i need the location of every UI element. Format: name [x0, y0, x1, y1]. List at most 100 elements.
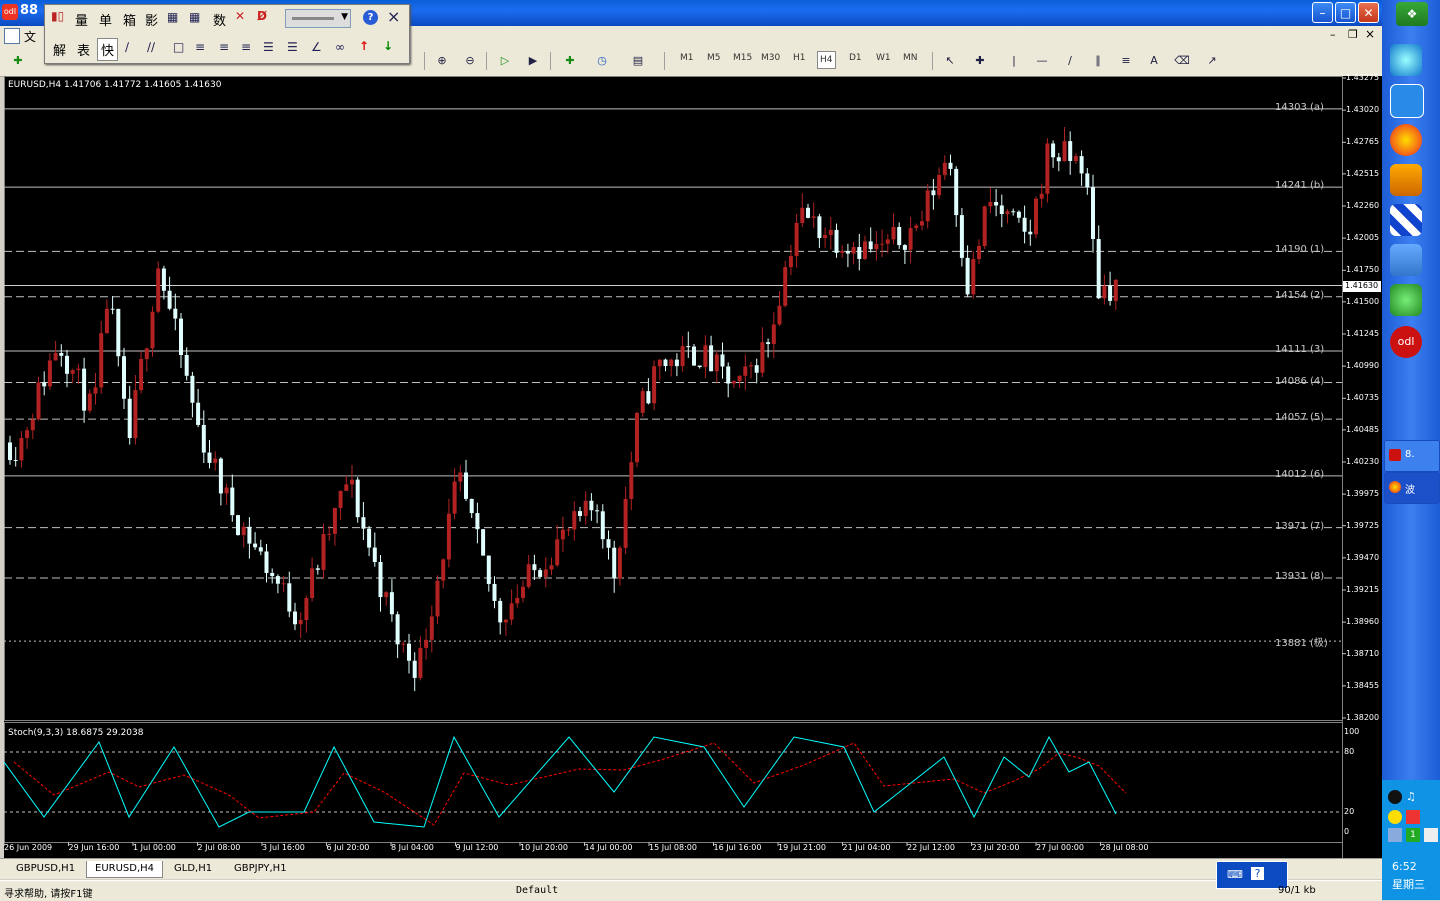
rectangle-icon[interactable]: □ — [173, 40, 184, 54]
timeframe-h1[interactable]: H1 — [793, 53, 806, 63]
line-width-select[interactable]: ▼ — [285, 9, 351, 28]
task-button-2[interactable]: 波 — [1384, 472, 1440, 504]
cycle-lines-icon[interactable]: ☰ — [287, 40, 298, 54]
zoom-in-icon[interactable]: ⊕ — [432, 52, 452, 70]
tray-icon-3[interactable] — [1406, 810, 1420, 824]
text-label-icon[interactable]: ⌫ — [1172, 52, 1192, 70]
horizontal-line-icon[interactable]: — — [1032, 52, 1052, 70]
arrow-up-icon[interactable]: ↑ — [359, 39, 369, 53]
mdi-restore-icon[interactable]: ❐ — [1348, 28, 1358, 41]
fib-levels-icon[interactable]: ≡ — [219, 40, 229, 54]
cross-tool-icon[interactable]: ✕ — [235, 9, 245, 23]
vertical-line-icon[interactable]: | — [1004, 52, 1024, 70]
timeframe-h4[interactable]: H4 — [817, 51, 836, 69]
app-icon[interactable]: odl — [2, 4, 18, 20]
timeframe-m15[interactable]: M15 — [733, 53, 752, 63]
tray-icon-5[interactable]: 1 — [1406, 828, 1420, 842]
timeframe-mn[interactable]: MN — [903, 53, 918, 63]
candle-body — [298, 619, 303, 625]
new-chart-icon[interactable]: ✚ — [8, 52, 28, 70]
mdi-minimize-icon[interactable]: – — [1330, 28, 1336, 41]
app-icon-5[interactable] — [1390, 244, 1422, 276]
candle-body — [868, 241, 873, 250]
floatbar-close-icon[interactable]: × — [387, 7, 400, 26]
dx-tool-icon[interactable]: D̸ — [257, 9, 267, 23]
cursor-icon[interactable]: ↖ — [940, 52, 960, 70]
menu-file[interactable]: 文 — [24, 28, 36, 45]
candle-body — [464, 472, 468, 499]
timeframe-m5[interactable]: M5 — [707, 53, 721, 63]
gann-grid-icon[interactable]: ☰ — [263, 40, 274, 54]
indicators-icon[interactable]: ✚ — [560, 52, 580, 70]
fibonacci-icon[interactable]: ≡ — [1116, 52, 1136, 70]
tab-gbpusd-h1[interactable]: GBPUSD,H1 — [8, 861, 83, 877]
app-icon-1[interactable] — [1390, 84, 1424, 118]
app-icon-2[interactable] — [1390, 124, 1422, 156]
qq-icon[interactable] — [1388, 790, 1402, 804]
tab-eurusd-h4[interactable]: EURUSD,H4 — [86, 861, 164, 878]
tool-table[interactable]: 表 — [77, 40, 90, 59]
odl-icon[interactable]: odl — [1390, 326, 1422, 358]
price-chart-canvas[interactable] — [4, 76, 1382, 858]
bars-chart-icon[interactable]: ▦ — [167, 10, 178, 24]
fib-fan-icon[interactable]: ≡ — [241, 40, 251, 54]
app-icon-3[interactable] — [1390, 164, 1422, 196]
candle-body — [452, 481, 457, 514]
tool-box[interactable]: 箱 — [123, 10, 136, 29]
timeframe-m1[interactable]: M1 — [680, 53, 694, 63]
tool-analyze[interactable]: 解 — [53, 40, 66, 59]
candle-body — [139, 359, 144, 391]
tray-icon-6[interactable] — [1424, 828, 1438, 842]
tray-icon-4[interactable] — [1388, 828, 1402, 842]
chart-header: EURUSD,H4 1.41706 1.41772 1.41605 1.4163… — [8, 80, 222, 90]
mdi-close-icon[interactable]: × — [1365, 27, 1375, 41]
parallel-lines-icon[interactable]: ∕∕ — [147, 40, 155, 54]
help-icon[interactable]: ? — [363, 10, 378, 25]
tab-gbpjpy-h1[interactable]: GBPJPY,H1 — [226, 861, 295, 877]
chart-shift-toggle-icon[interactable]: ▷ — [495, 52, 515, 70]
keyboard-icon[interactable]: ⌨ — [1227, 868, 1243, 881]
volume-icon[interactable]: ♫ — [1406, 790, 1416, 803]
candle-body — [332, 507, 337, 534]
zoom-out-icon[interactable]: ⊖ — [460, 52, 480, 70]
tool-number[interactable]: 数 — [213, 10, 226, 29]
tray-icon-2[interactable] — [1388, 810, 1402, 824]
start-button[interactable]: ❖ — [1396, 2, 1428, 26]
timeframe-w1[interactable]: W1 — [876, 53, 891, 63]
ie-icon[interactable] — [1390, 44, 1422, 76]
timeframe-d1[interactable]: D1 — [849, 53, 862, 63]
bars-chart-alt-icon[interactable]: ▦ — [189, 10, 200, 24]
periods-icon[interactable]: ◷ — [592, 52, 612, 70]
close-button[interactable]: ✕ — [1358, 2, 1379, 23]
text-tool[interactable]: A — [1144, 52, 1164, 70]
timeframe-m30[interactable]: M30 — [761, 53, 780, 63]
maximize-button[interactable]: □ — [1335, 2, 1356, 23]
tool-shadow[interactable]: 影 — [145, 10, 158, 29]
price-label-icon[interactable]: ≡ — [195, 40, 205, 54]
gann-line-icon[interactable]: ∠ — [311, 40, 322, 54]
candlestick-icon[interactable]: ▮▯ — [51, 9, 64, 23]
candle-body — [948, 162, 953, 169]
time-axis-label: 19 Jul 21:00 — [778, 843, 826, 852]
trendline-icon[interactable]: ∕ — [1060, 52, 1080, 70]
gann-fan-icon[interactable]: ∞ — [335, 40, 345, 54]
auto-scroll-toggle-icon[interactable]: ▶ — [523, 52, 543, 70]
document-icon[interactable] — [4, 28, 20, 44]
templates-icon[interactable]: ▤ — [628, 52, 648, 70]
tool-quick[interactable]: 快 — [97, 38, 119, 61]
minimize-button[interactable]: – — [1312, 2, 1333, 23]
arrows-icon[interactable]: ↗ — [1202, 52, 1222, 70]
tool-volume[interactable]: 量 — [75, 10, 88, 29]
clock-time[interactable]: 6:52 — [1392, 860, 1417, 873]
chart-window[interactable] — [4, 76, 1382, 858]
crosshair-icon[interactable]: ✚ — [970, 52, 990, 70]
messenger-icon[interactable] — [1390, 284, 1422, 316]
line-tool-icon[interactable]: ∕ — [125, 40, 129, 54]
app-icon-4[interactable] — [1390, 204, 1422, 236]
ime-help-icon[interactable]: ? — [1251, 867, 1264, 880]
equidistant-channel-icon[interactable]: ∥ — [1088, 52, 1108, 70]
task-button-1[interactable]: 8. — [1384, 440, 1440, 472]
tab-gld-h1[interactable]: GLD,H1 — [166, 861, 220, 877]
arrow-down-icon[interactable]: ↓ — [383, 39, 393, 53]
tool-single[interactable]: 单 — [99, 10, 112, 29]
